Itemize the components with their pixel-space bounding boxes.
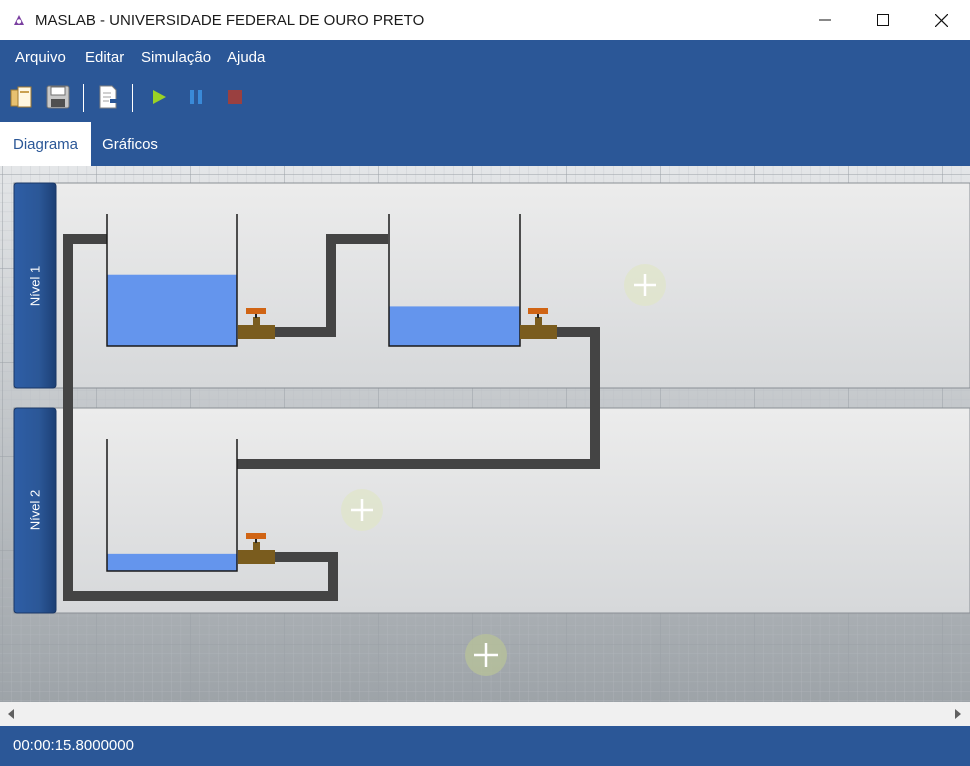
status-bar: 00:00:15.8000000	[0, 726, 970, 766]
play-button[interactable]	[145, 83, 173, 111]
pause-button[interactable]	[182, 83, 210, 111]
close-icon	[934, 13, 948, 27]
close-button[interactable]	[912, 0, 970, 40]
export-icon	[99, 85, 121, 109]
menu-arquivo[interactable]: Arquivo	[15, 49, 66, 66]
add-tank-level-2-button[interactable]	[341, 489, 383, 531]
tab-graficos[interactable]: Gráficos	[91, 122, 169, 166]
save-button[interactable]	[44, 83, 72, 111]
maximize-button[interactable]	[854, 0, 912, 40]
tank-3-water	[107, 553, 237, 571]
open-icon	[10, 86, 32, 108]
play-icon	[153, 90, 166, 104]
tank-2-water	[389, 306, 520, 346]
diagram-canvas[interactable]: Nível 1 Nível 2	[0, 166, 970, 702]
window-title: MASLAB - UNIVERSIDADE FEDERAL DE OURO PR…	[35, 12, 425, 29]
add-level-button[interactable]	[465, 634, 507, 676]
stop-icon	[228, 90, 242, 104]
tab-bar: Diagrama Gráficos	[0, 122, 970, 166]
pause-icon	[190, 90, 202, 104]
menu-ajuda[interactable]: Ajuda	[227, 49, 265, 66]
save-icon	[46, 85, 70, 109]
minimize-button[interactable]	[796, 0, 854, 40]
horizontal-scrollbar[interactable]	[0, 702, 970, 726]
open-button[interactable]	[8, 83, 36, 111]
menu-simulacao[interactable]: Simulação	[141, 49, 211, 66]
menu-editar[interactable]: Editar	[85, 49, 124, 66]
export-button[interactable]	[94, 83, 122, 111]
scroll-right-icon[interactable]	[954, 709, 962, 719]
tab-diagrama[interactable]: Diagrama	[0, 122, 91, 166]
maximize-icon	[877, 14, 889, 26]
toolbar	[0, 76, 970, 122]
minimize-icon	[819, 19, 831, 21]
toolbar-separator	[132, 84, 133, 112]
toolbar-separator	[83, 84, 84, 112]
level-1-label: Nível 1	[27, 265, 43, 307]
add-tank-level-1-button[interactable]	[624, 264, 666, 306]
tank-1-water	[107, 274, 237, 346]
maslab-logo-icon	[14, 15, 24, 25]
level-2-panel[interactable]	[13, 407, 970, 614]
level-2-label: Nível 2	[27, 489, 43, 531]
simulation-time: 00:00:15.8000000	[13, 737, 134, 754]
scroll-left-icon[interactable]	[7, 709, 15, 719]
menu-bar: Arquivo Editar Simulação Ajuda	[0, 40, 970, 76]
title-bar: MASLAB - UNIVERSIDADE FEDERAL DE OURO PR…	[0, 0, 970, 40]
stop-button[interactable]	[221, 83, 249, 111]
